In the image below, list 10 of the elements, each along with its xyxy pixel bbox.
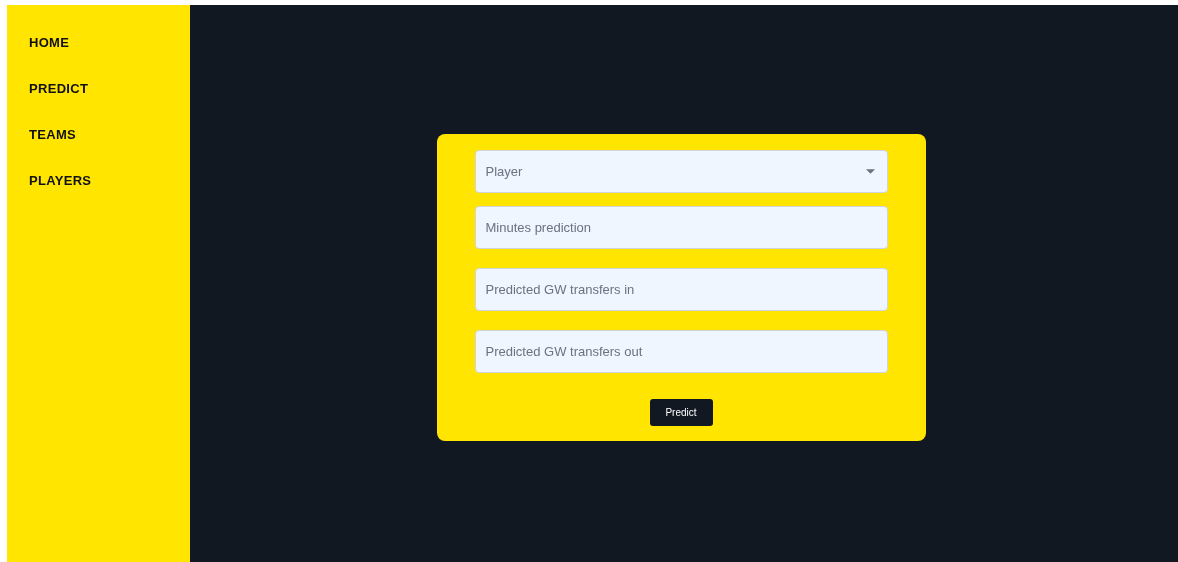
input-field[interactable]: Minutes prediction bbox=[474, 206, 888, 249]
nav-link[interactable]: PREDICT bbox=[29, 81, 89, 97]
input-field[interactable]: Predicted GW transfers in bbox=[474, 268, 888, 311]
player-dropdown[interactable]: Player bbox=[474, 150, 888, 193]
nav-link[interactable]: PLAYERS bbox=[29, 173, 92, 189]
caret-icon bbox=[865, 169, 875, 174]
nav-link[interactable]: HOME bbox=[29, 35, 70, 51]
input-field[interactable]: Predicted GW transfers out bbox=[474, 330, 888, 373]
predict-button[interactable]: Predict bbox=[649, 399, 713, 426]
nav-link[interactable]: TEAMS bbox=[29, 127, 76, 143]
